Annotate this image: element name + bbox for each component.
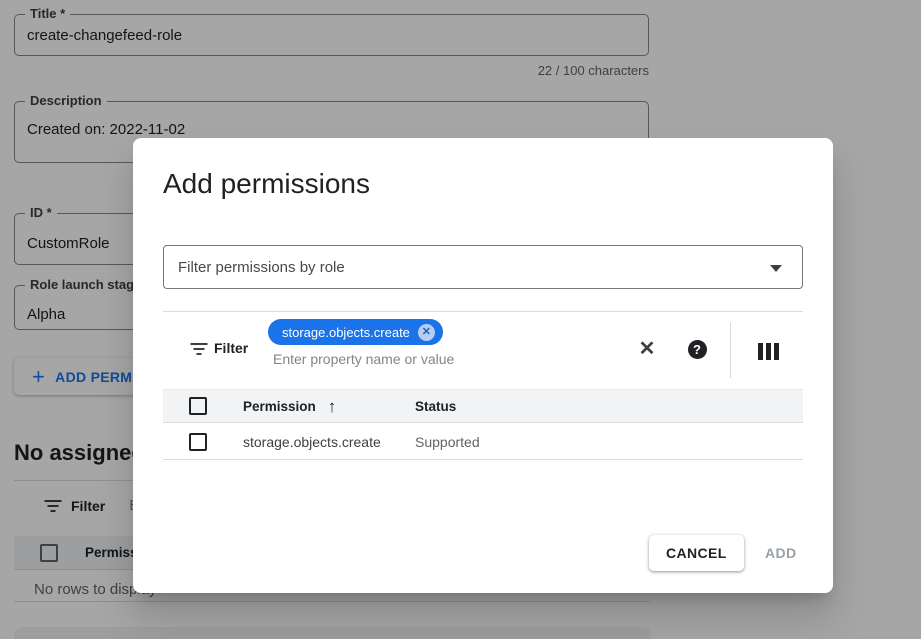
row-permission-value: storage.objects.create — [243, 434, 415, 450]
filter-help-button[interactable]: ? — [685, 337, 709, 361]
select-all-checkbox[interactable] — [189, 397, 207, 415]
filter-by-role-select[interactable]: Filter permissions by role — [163, 245, 803, 289]
cancel-button[interactable]: CANCEL — [649, 535, 744, 571]
permission-column-header[interactable]: Permission — [243, 399, 316, 414]
help-icon: ? — [688, 340, 707, 359]
status-column-header[interactable]: Status — [415, 399, 456, 414]
dialog-table-header: Permission ↑ Status — [163, 389, 803, 423]
dialog-filter-input[interactable] — [273, 351, 603, 367]
toolbar-top-divider — [163, 311, 803, 312]
screen: Title * create-changefeed-role 22 / 100 … — [0, 0, 921, 639]
row-status-value: Supported — [415, 434, 480, 450]
chevron-down-icon — [770, 265, 782, 272]
dialog-title: Add permissions — [163, 168, 370, 200]
toolbar-vertical-divider — [730, 322, 731, 378]
cancel-button-label: CANCEL — [666, 545, 727, 561]
dialog-filter-label: Filter — [214, 340, 248, 356]
column-options-button[interactable] — [756, 339, 780, 363]
filter-chip[interactable]: storage.objects.create ✕ — [268, 319, 443, 345]
filter-chip-label: storage.objects.create — [282, 325, 410, 340]
add-button-label: ADD — [765, 545, 797, 561]
table-row[interactable]: storage.objects.create Supported — [163, 424, 803, 460]
sort-arrow-up-icon[interactable]: ↑ — [328, 398, 337, 415]
columns-icon — [758, 343, 779, 360]
add-button[interactable]: ADD — [765, 535, 797, 571]
clear-filter-button[interactable]: ✕ — [635, 336, 659, 360]
add-permissions-dialog: Add permissions Filter permissions by ro… — [133, 138, 833, 593]
chip-remove-icon[interactable]: ✕ — [418, 324, 435, 341]
close-icon: ✕ — [639, 336, 656, 361]
row-checkbox[interactable] — [189, 433, 207, 451]
filter-by-role-placeholder: Filter permissions by role — [178, 259, 345, 276]
filter-list-icon — [190, 343, 207, 355]
